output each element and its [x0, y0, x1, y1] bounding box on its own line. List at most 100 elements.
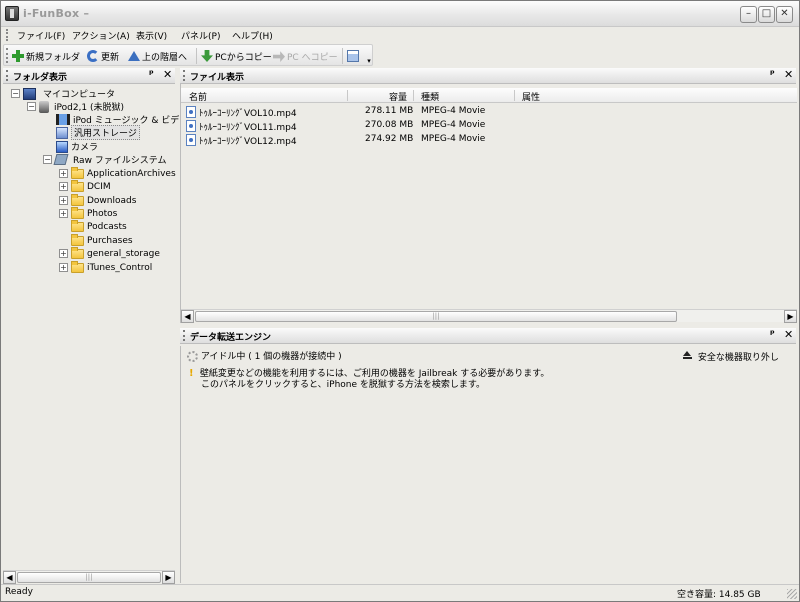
scroll-left-button[interactable]: ◀ — [181, 310, 194, 323]
transfer-status: アイドル中 ( 1 個の機器が接続中 ) — [187, 349, 342, 362]
maximize-button[interactable]: □ — [758, 6, 775, 23]
expand-icon[interactable]: + — [59, 169, 68, 178]
tree-item-camera[interactable]: カメラ — [56, 140, 98, 153]
file-name: ﾄｩﾙｰｺｰﾘﾝｸﾞVOL11.mp4 — [199, 123, 297, 133]
menu-view[interactable]: 表示(V) — [136, 29, 167, 42]
folder-icon — [71, 193, 84, 206]
media-icon — [56, 114, 70, 125]
refresh-label: 更新 — [101, 52, 120, 63]
menu-bar: ファイル(F) アクション(A) 表示(V) パネル(P) ヘルプ(H) — [3, 28, 799, 44]
column-size[interactable]: 容量 — [389, 90, 407, 103]
copy-from-pc-label: PCからコピー — [215, 52, 272, 63]
computer-icon — [23, 87, 36, 100]
tree-folder-downloads[interactable]: + Downloads — [59, 193, 136, 207]
arrow-up-icon — [128, 51, 140, 61]
menu-file[interactable]: ファイル(F) — [17, 29, 65, 42]
file-row[interactable]: ﾄｩﾙｰｺｰﾘﾝｸﾞVOL11.mp4 270.08 MB MPEG-4 Mov… — [181, 119, 797, 133]
refresh-button[interactable]: 更新 — [87, 48, 119, 64]
close-button[interactable]: ✕ — [776, 6, 793, 23]
column-type[interactable]: 種類 — [421, 90, 439, 103]
close-panel-icon[interactable]: ✕ — [784, 328, 793, 341]
expand-icon[interactable]: + — [59, 196, 68, 205]
column-name[interactable]: 名前 — [189, 90, 207, 103]
collapse-icon[interactable]: − — [11, 89, 20, 98]
folder-icon — [71, 260, 84, 273]
ipod-icon — [39, 100, 49, 113]
safe-remove-button[interactable]: 安全な機器取り外し — [683, 350, 779, 363]
tree-folder-purchases[interactable]: Purchases — [71, 233, 133, 247]
scroll-thumb[interactable]: ||| — [17, 572, 161, 583]
jailbreak-search-link[interactable]: このパネルをクリックすると、iPhone を脱獄する方法を検索します。 — [201, 377, 485, 390]
folder-icon — [71, 206, 84, 219]
transfer-panel-title: データ転送エンジン — [190, 333, 272, 343]
plus-icon — [12, 50, 24, 62]
tree-item-ipod[interactable]: − iPod2,1 (未脱獄) — [27, 100, 124, 113]
tree-item-storage[interactable]: 汎用ストレージ — [56, 125, 140, 140]
folder-icon — [71, 246, 84, 259]
collapse-icon[interactable]: − — [27, 102, 36, 111]
video-file-icon — [186, 120, 196, 132]
column-attributes[interactable]: 属性 — [522, 90, 540, 103]
copy-from-pc-button[interactable]: PCからコピー — [201, 48, 272, 64]
tree-folder-dcim[interactable]: + DCIM — [59, 179, 111, 193]
app-window: i-FunBox – – □ ✕ ファイル(F) アクション(A) 表示(V) … — [0, 0, 800, 602]
tree-folder-applicationarchives[interactable]: + ApplicationArchives — [59, 166, 176, 180]
raw-filesystem-icon — [53, 154, 69, 165]
tree-folder-general-storage[interactable]: + general_storage — [59, 246, 160, 260]
up-level-button[interactable]: 上の階層へ — [128, 48, 187, 64]
file-row[interactable]: ﾄｩﾙｰｺｰﾘﾝｸﾞVOL12.mp4 274.92 MB MPEG-4 Mov… — [181, 133, 797, 147]
scroll-left-button[interactable]: ◀ — [3, 571, 16, 584]
new-folder-button[interactable]: 新規フォルダ — [12, 48, 80, 64]
expand-icon[interactable]: + — [59, 182, 68, 191]
menu-help[interactable]: ヘルプ(H) — [232, 29, 273, 42]
resize-grip[interactable] — [787, 589, 797, 599]
toolbar-overflow-button[interactable]: ▾ — [365, 44, 373, 66]
idle-spinner-icon — [187, 351, 198, 362]
menu-action[interactable]: アクション(A) — [72, 29, 130, 42]
collapse-icon[interactable]: − — [43, 155, 52, 164]
close-panel-icon[interactable]: ✕ — [163, 68, 172, 81]
file-size: 270.08 MB — [365, 120, 414, 130]
refresh-icon — [87, 50, 99, 62]
download-arrow-icon — [201, 50, 213, 62]
scroll-right-button[interactable]: ▶ — [784, 310, 797, 323]
file-list-horizontal-scrollbar[interactable]: ◀ ||| ▶ — [181, 309, 797, 323]
close-panel-icon[interactable]: ✕ — [784, 68, 793, 81]
tree-horizontal-scrollbar[interactable]: ◀ ||| ▶ — [3, 570, 175, 584]
file-type: MPEG-4 Movie — [421, 106, 486, 116]
video-file-icon — [186, 134, 196, 146]
folder-icon — [71, 179, 84, 192]
transfer-panel[interactable]: アイドル中 ( 1 個の機器が接続中 ) 安全な機器取り外し ! 壁紙変更などの… — [180, 346, 796, 583]
scroll-right-button[interactable]: ▶ — [162, 571, 175, 584]
view-mode-button[interactable] — [347, 48, 359, 64]
minimize-button[interactable]: – — [740, 6, 757, 23]
storage-icon — [56, 126, 68, 139]
title-bar: i-FunBox – – □ ✕ — [1, 1, 799, 27]
file-name: ﾄｩﾙｰｺｰﾘﾝｸﾞVOL12.mp4 — [199, 137, 297, 147]
window-title: i-FunBox – — [23, 7, 90, 20]
tree-folder-photos[interactable]: + Photos — [59, 206, 117, 220]
copy-to-pc-button[interactable]: PC へコピー — [273, 48, 338, 64]
file-row[interactable]: ﾄｩﾙｰｺｰﾘﾝｸﾞVOL10.mp4 278.11 MB MPEG-4 Mov… — [181, 105, 797, 119]
tree-item-raw-fs[interactable]: − Raw ファイルシステム — [43, 153, 167, 166]
up-level-label: 上の階層へ — [142, 52, 188, 63]
expand-icon[interactable]: + — [59, 249, 68, 258]
file-type: MPEG-4 Movie — [421, 134, 486, 144]
file-list-header: 名前 容量 種類 属性 — [181, 88, 797, 103]
menu-panel[interactable]: パネル(P) — [181, 29, 220, 42]
status-text: Ready — [5, 587, 33, 597]
eject-icon — [683, 351, 692, 360]
copy-arrow-icon — [273, 51, 285, 62]
tree-folder-itunes-control[interactable]: + iTunes_Control — [59, 260, 152, 274]
pin-icon[interactable]: ᵖ — [770, 329, 775, 340]
camera-icon — [56, 140, 68, 153]
copy-to-pc-label: PC へコピー — [287, 52, 338, 63]
tree-folder-podcasts[interactable]: Podcasts — [71, 219, 127, 233]
expand-icon[interactable]: + — [59, 209, 68, 218]
expand-icon[interactable]: + — [59, 263, 68, 272]
pin-icon[interactable]: ᵖ — [149, 69, 154, 80]
status-bar: Ready 空き容量: 14.85 GB — [1, 584, 799, 601]
scroll-thumb[interactable]: ||| — [195, 311, 677, 322]
pin-icon[interactable]: ᵖ — [770, 69, 775, 80]
tree-item-my-computer[interactable]: − マイコンピュータ — [11, 87, 115, 100]
